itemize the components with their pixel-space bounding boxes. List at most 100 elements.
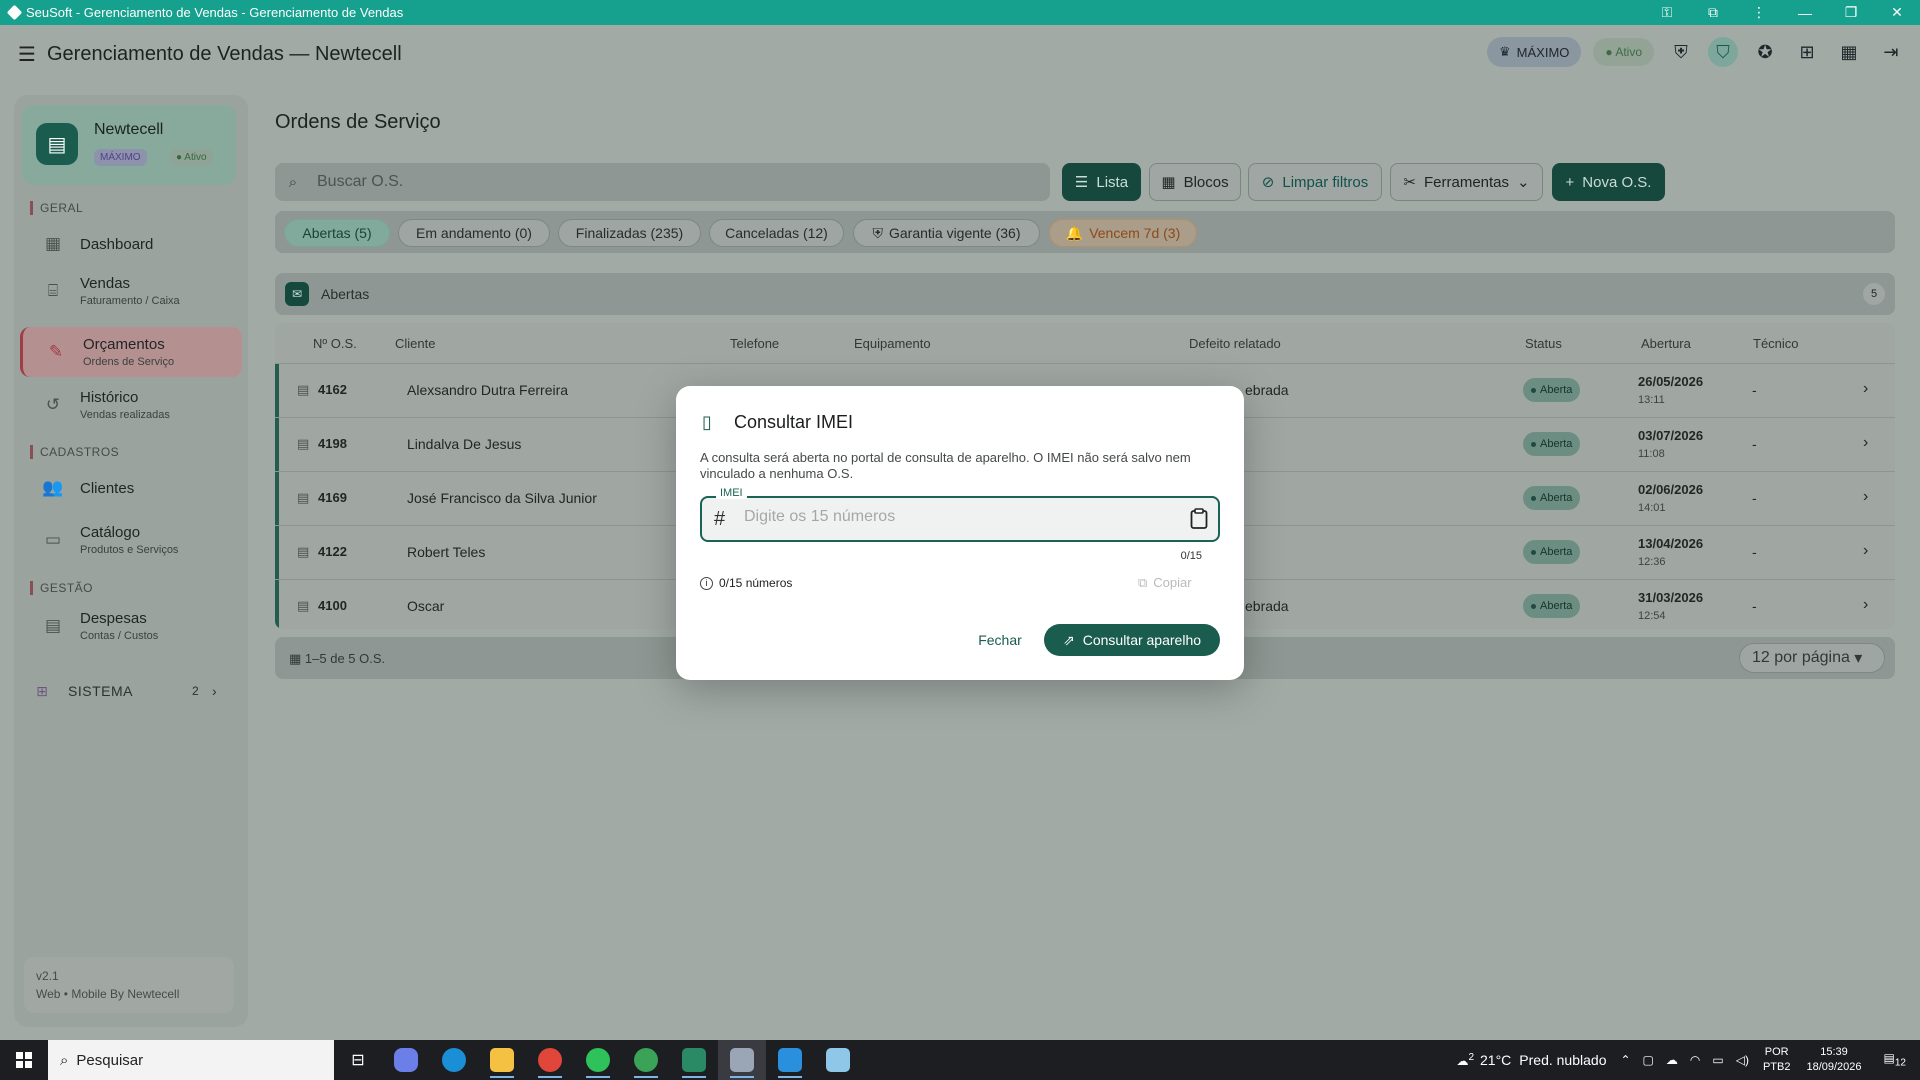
- filter-vencem[interactable]: 🔔 Vencem 7d (3): [1049, 219, 1197, 247]
- plan-icon: ♛: [1499, 44, 1511, 59]
- col-tecnico: Técnico: [1753, 336, 1799, 351]
- key-icon[interactable]: ⚿: [1644, 4, 1690, 21]
- new-os-button[interactable]: + Nova O.S.: [1552, 163, 1665, 201]
- sidebar-item-clientes[interactable]: 👥 Clientes: [20, 463, 242, 513]
- row-hora: 11:08: [1638, 448, 1665, 460]
- copy-button[interactable]: ⧉ Copiar: [1138, 575, 1192, 591]
- chevron-right-icon[interactable]: ›: [1863, 596, 1868, 614]
- per-page-select[interactable]: 12 por página ▾: [1739, 643, 1885, 673]
- helper-text: i 0/15 números: [700, 576, 792, 590]
- sidebar-item-sistema[interactable]: ⊞ SISTEMA 2 ›: [32, 675, 232, 707]
- copy-label: Copiar: [1153, 575, 1192, 590]
- row-data: 03/07/2026: [1638, 428, 1704, 443]
- list-view-button[interactable]: ☰ Lista: [1062, 163, 1141, 201]
- sidebar-item-dashboard[interactable]: ▦ Dashboard: [20, 219, 242, 269]
- weather-icon[interactable]: ☁2: [1456, 1052, 1474, 1068]
- col-telefone: Telefone: [730, 336, 780, 351]
- phone-icon: ▯: [702, 412, 712, 432]
- store-icon[interactable]: ▦: [1834, 37, 1864, 67]
- imei-input[interactable]: [744, 508, 1164, 526]
- close-button[interactable]: ✕: [1874, 4, 1920, 21]
- row-status-label: Aberta: [1540, 384, 1573, 396]
- group-label: Abertas: [321, 286, 370, 302]
- consult-device-button[interactable]: ⇗ Consultar aparelho: [1044, 624, 1220, 656]
- cloud-icon[interactable]: ☁: [1666, 1053, 1678, 1067]
- section-cadastros: CADASTROS: [30, 445, 119, 459]
- sidebar-item-catalogo[interactable]: ▭ Catálogo Produtos e Serviços: [20, 515, 242, 565]
- start-button[interactable]: [0, 1040, 48, 1080]
- row-status-badge: Aberta: [1523, 432, 1581, 456]
- menu-toggle-icon[interactable]: ☰: [18, 42, 38, 67]
- filter-canceladas[interactable]: Canceladas (12): [709, 219, 844, 247]
- clock-date: 18/09/2026: [1806, 1061, 1862, 1073]
- chevron-right-icon[interactable]: ›: [1863, 488, 1868, 506]
- minimize-button[interactable]: —: [1782, 5, 1828, 21]
- clock[interactable]: 15:39 18/09/2026: [1806, 1045, 1861, 1075]
- close-dialog-button[interactable]: Fechar: [972, 624, 1028, 656]
- row-accent: [275, 364, 279, 418]
- title-bar: SeuSoft - Gerenciamento de Vendas - Gere…: [0, 0, 1920, 25]
- extensions-icon[interactable]: ⧉: [1690, 4, 1736, 21]
- seusoft-icon[interactable]: [670, 1040, 718, 1080]
- sidebar-item-vendas[interactable]: ⌸ Vendas Faturamento / Caixa: [20, 266, 242, 316]
- group-header[interactable]: ✉ Abertas 5: [275, 273, 1895, 315]
- shield-icon[interactable]: ⛉: [1708, 37, 1738, 67]
- edge-icon[interactable]: [430, 1040, 478, 1080]
- section-geral: GERAL: [30, 201, 83, 215]
- chevron-right-icon[interactable]: ›: [1863, 380, 1868, 398]
- weather-temp[interactable]: 21°C: [1480, 1052, 1511, 1068]
- receipt-icon: ▤: [44, 616, 62, 635]
- tools-button[interactable]: ✂ Ferramentas ⌄: [1390, 163, 1543, 201]
- more-icon[interactable]: ⋮: [1736, 4, 1782, 21]
- restore-button[interactable]: ❐: [1828, 4, 1874, 21]
- imei-field: #: [700, 496, 1220, 542]
- search-icon: ⌕: [288, 173, 298, 191]
- notepad-icon[interactable]: [814, 1040, 862, 1080]
- sidebar-item-label: Vendas: [80, 275, 131, 292]
- file-explorer-icon[interactable]: [478, 1040, 526, 1080]
- copilot-icon[interactable]: [382, 1040, 430, 1080]
- store-name: Newtecell: [94, 121, 164, 138]
- wifi-icon[interactable]: ◠: [1690, 1053, 1700, 1067]
- chevron-up-icon[interactable]: ⌃: [1620, 1053, 1630, 1067]
- status-badge-label: Ativo: [1615, 45, 1642, 59]
- task-view-icon[interactable]: ⊟: [334, 1040, 382, 1080]
- status-badge: ● Ativo: [1593, 38, 1654, 66]
- filter-garantia[interactable]: ⛨ Garantia vigente (36): [853, 219, 1040, 247]
- filter-abertas[interactable]: Abertas (5): [284, 219, 390, 247]
- chevron-right-icon[interactable]: ›: [1863, 434, 1868, 452]
- whatsapp-icon[interactable]: [574, 1040, 622, 1080]
- store-card[interactable]: ▤ Newtecell MÁXIMO ● Ativo: [22, 105, 236, 185]
- sidebar-item-historico[interactable]: ↺ Histórico Vendas realizadas: [20, 380, 242, 430]
- taskbar-search[interactable]: ⌕ Pesquisar: [48, 1040, 334, 1080]
- filter-finalizadas[interactable]: Finalizadas (235): [558, 219, 701, 247]
- language-indicator[interactable]: POR PTB2: [1763, 1045, 1791, 1075]
- grid-icon[interactable]: ⊞: [1792, 37, 1822, 67]
- document-icon: ▤: [297, 436, 310, 451]
- vscode-icon[interactable]: [766, 1040, 814, 1080]
- blocks-view-button[interactable]: ▦ Blocos: [1149, 163, 1241, 201]
- award-icon[interactable]: ✪: [1750, 37, 1780, 67]
- clear-filters-button[interactable]: ⊘ Limpar filtros: [1248, 163, 1382, 201]
- volume-icon[interactable]: ◁): [1736, 1053, 1749, 1067]
- chrome-profile-icon[interactable]: [622, 1040, 670, 1080]
- sidebar-item-orcamentos[interactable]: ✎ Orçamentos Ordens de Serviço: [20, 327, 242, 377]
- filter-em-andamento[interactable]: Em andamento (0): [398, 219, 550, 247]
- row-tecnico: -: [1752, 382, 1757, 398]
- chrome-icon[interactable]: [526, 1040, 574, 1080]
- logout-icon[interactable]: ⇥: [1876, 37, 1906, 67]
- sidebar-item-despesas[interactable]: ▤ Despesas Contas / Custos: [20, 601, 242, 651]
- weather-text[interactable]: Pred. nublado: [1519, 1052, 1606, 1068]
- plan-badge-label: MÁXIMO: [1516, 44, 1570, 60]
- chevron-right-icon[interactable]: ›: [1863, 542, 1868, 560]
- notifications-icon[interactable]: ▤12: [1884, 1051, 1906, 1068]
- clipboard-icon[interactable]: [1186, 506, 1212, 532]
- device-icon[interactable]: ▢: [1643, 1053, 1654, 1067]
- row-status-badge: Aberta: [1523, 594, 1581, 618]
- device-check-icon[interactable]: ⛨: [1666, 37, 1696, 67]
- windows-logo-icon: [16, 1052, 32, 1068]
- search-input[interactable]: ⌕ Buscar O.S.: [275, 163, 1050, 201]
- app-window-icon[interactable]: [718, 1040, 766, 1080]
- monitor-icon[interactable]: ▭: [1712, 1053, 1723, 1067]
- sidebar-item-label: Histórico: [80, 389, 139, 406]
